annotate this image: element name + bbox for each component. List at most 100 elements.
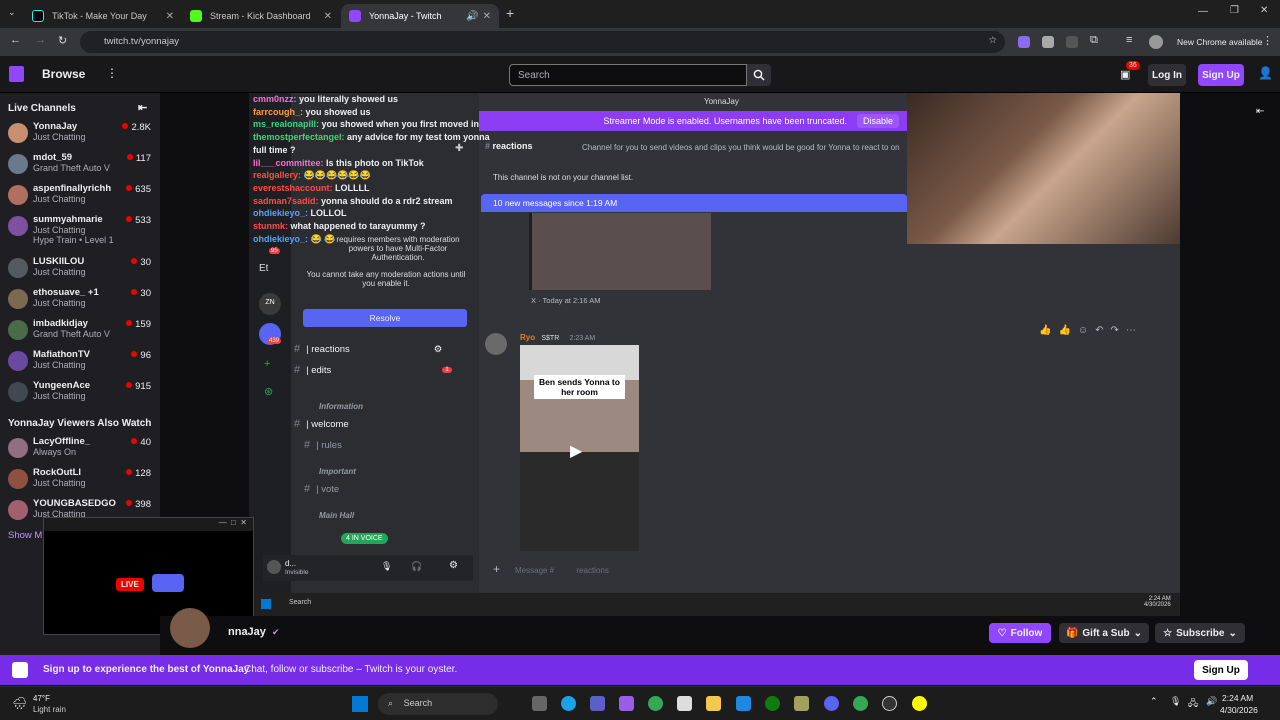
browser-tab-strip: ⌄ TikTok - Make Your Day ✕ Stream - Kick… <box>0 0 1280 28</box>
viewer-count: 96 <box>131 350 151 361</box>
sidebar-channel[interactable]: LUSKIILOU Just Chatting 30 <box>0 253 160 284</box>
channel-name[interactable]: nnaJay <box>228 626 266 638</box>
follow-button[interactable]: ♡ Follow <box>989 623 1051 643</box>
windows-start-icon <box>261 599 271 609</box>
close-window-icon[interactable]: ✕ <box>1260 5 1268 16</box>
app-icon[interactable] <box>794 696 809 711</box>
sidebar-channel[interactable]: RockOutLl Just Chatting 128 <box>0 464 160 495</box>
sidebar-channel[interactable]: summyahmarie Just Chatting Hype Train • Le… <box>0 211 160 253</box>
video-player[interactable]: Et ZN 95 439 + ⊛ cmm0nzz: you literally … <box>249 93 1180 616</box>
store-icon[interactable] <box>677 696 692 711</box>
captured-clock: 2:24 AM 4/30/2026 <box>1144 596 1171 608</box>
channel-game: Just Chatting <box>33 132 86 142</box>
windows-start-icon[interactable] <box>352 696 368 712</box>
subscribe-button[interactable]: ☆ Subscribe ⌄ <box>1155 623 1245 643</box>
windows-taskbar: 🌧 47°F Light rain ⌕ Search ⌃ 🎙 🖧 🔊 2:24 … <box>0 686 1280 720</box>
network-icon[interactable]: 🖧 <box>1188 696 1198 712</box>
teams-icon[interactable] <box>590 696 605 711</box>
clock-time[interactable]: 2:24 AM <box>1222 693 1253 703</box>
chrome-update-label[interactable]: New Chrome available <box>1177 37 1263 47</box>
avatar <box>267 560 281 574</box>
volume-icon[interactable]: 🔊 <box>1206 696 1217 707</box>
file-explorer-icon[interactable] <box>706 696 721 711</box>
discord-icon <box>152 574 184 592</box>
channel-vote: # | vote <box>304 483 340 495</box>
new-tab-button[interactable]: + <box>506 5 514 21</box>
weather-temp[interactable]: 47°F <box>33 694 50 703</box>
sidebar-channel[interactable]: YungeenAce Just Chatting 915 <box>0 377 160 408</box>
microphone-icon[interactable]: 🎙 <box>1170 696 1181 707</box>
window-controls[interactable]: — □ ✕ <box>44 518 253 531</box>
extension-icon[interactable] <box>1042 36 1054 48</box>
gift-sub-button[interactable]: 🎁 Gift a Sub ⌄ <box>1059 623 1149 643</box>
sidebar-channel[interactable]: aspenfinallyrichh Just Chatting 635 <box>0 180 160 211</box>
minimize-icon[interactable]: — <box>1198 6 1208 17</box>
channel-game: Just Chatting <box>33 360 86 370</box>
chat-text: full time ? <box>253 144 296 155</box>
tray-chevron-icon[interactable]: ⌃ <box>1150 696 1158 707</box>
signup-button[interactable]: Sign Up <box>1198 64 1244 86</box>
menu-kebab-icon[interactable]: ⋮ <box>1262 34 1273 47</box>
snapchat-icon[interactable] <box>912 696 927 711</box>
sidebar-channel[interactable]: YonnaJay Just Chatting 2.8K <box>0 118 160 149</box>
reading-list-icon[interactable]: ≡ <box>1126 34 1132 46</box>
sidebar-channel[interactable]: LacyOffline_ Always On 40 <box>0 433 160 464</box>
extensions-puzzle-icon[interactable]: ⧉ <box>1090 34 1098 47</box>
tiktok-video-thumbnail: Ben sends Yonna to her room ▶ <box>520 345 639 551</box>
search-button[interactable] <box>747 64 771 86</box>
speaker-icon[interactable]: 🔊 <box>466 11 478 22</box>
sidebar-channel[interactable]: imbadkidjay Grand Theft Auto V 159 <box>0 315 160 346</box>
channel-edits: # | edits 1 <box>294 364 452 376</box>
extension-icon[interactable] <box>1066 36 1078 48</box>
theatre-collapse-icon[interactable]: ⇤ <box>1256 106 1264 117</box>
channel-avatar[interactable] <box>170 608 210 648</box>
collapse-sidebar-icon[interactable]: ⇤ <box>138 101 147 114</box>
taskbar-search[interactable]: ⌕ Search <box>378 693 498 715</box>
reload-icon[interactable]: ↻ <box>58 34 67 47</box>
bookmark-star-icon[interactable]: ☆ <box>988 35 997 46</box>
edge-icon[interactable] <box>561 696 576 711</box>
chat-message: sadman7sadid: yonna should do a rdr2 str… <box>253 195 513 208</box>
chrome-icon[interactable] <box>648 696 663 711</box>
browse-link[interactable]: Browse <box>42 67 85 81</box>
sidebar-channel[interactable]: MafiathonTV Just Chatting 96 <box>0 346 160 377</box>
discord-icon[interactable] <box>824 696 839 711</box>
notification-badge: 36 <box>1126 61 1140 70</box>
extension-icon[interactable] <box>1018 36 1030 48</box>
back-icon[interactable]: ← <box>10 34 21 46</box>
close-icon[interactable]: ✕ <box>324 11 332 22</box>
profile-avatar[interactable] <box>1149 35 1163 49</box>
user-icon[interactable]: 👤 <box>1258 66 1273 80</box>
clock-date[interactable]: 4/30/2026 <box>1220 705 1258 715</box>
weather-icon[interactable]: 🌧 <box>12 696 27 710</box>
tab-twitch[interactable]: YonnaJay - Twitch 🔊 ✕ <box>341 4 499 28</box>
xbox-icon[interactable] <box>765 696 780 711</box>
sidebar-channel[interactable]: mdot_59 Grand Theft Auto V 117 <box>0 149 160 180</box>
app-icon[interactable] <box>619 696 634 711</box>
avatar <box>8 320 28 340</box>
tab-search-icon[interactable]: ⌄ <box>8 7 16 18</box>
obs-icon[interactable] <box>882 696 897 711</box>
tab-kick[interactable]: Stream - Kick Dashboard ✕ <box>182 4 340 28</box>
address-bar[interactable]: twitch.tv/yonnajay ☆ <box>80 31 1005 53</box>
forward-icon[interactable]: → <box>35 34 46 46</box>
login-button[interactable]: Log In <box>1148 64 1186 86</box>
weather-desc[interactable]: Light rain <box>33 705 66 714</box>
twitch-logo-icon[interactable] <box>9 66 24 82</box>
banner-signup-button[interactable]: Sign Up <box>1194 660 1248 680</box>
restore-icon[interactable]: ❐ <box>1230 5 1239 16</box>
chrome-icon[interactable] <box>853 696 868 711</box>
close-icon[interactable]: ✕ <box>483 11 491 22</box>
viewer-count: 117 <box>127 153 151 164</box>
sidebar-channel[interactable]: ethosuave_ +1 Just Chatting 30 <box>0 284 160 315</box>
chat-text: LOLLOL <box>308 208 347 219</box>
close-icon[interactable]: ✕ <box>166 11 174 22</box>
tab-tiktok[interactable]: TikTok - Make Your Day ✕ <box>24 4 182 28</box>
task-view-icon[interactable] <box>532 696 547 711</box>
search-input[interactable]: Search <box>509 64 747 86</box>
badge-439: 439 <box>267 338 282 344</box>
more-kebab-icon[interactable]: ⋮ <box>106 66 118 80</box>
chat-username: cmm0nzz: <box>253 94 297 104</box>
chat-text: you literally showed us <box>296 94 399 104</box>
app-icon[interactable] <box>736 696 751 711</box>
